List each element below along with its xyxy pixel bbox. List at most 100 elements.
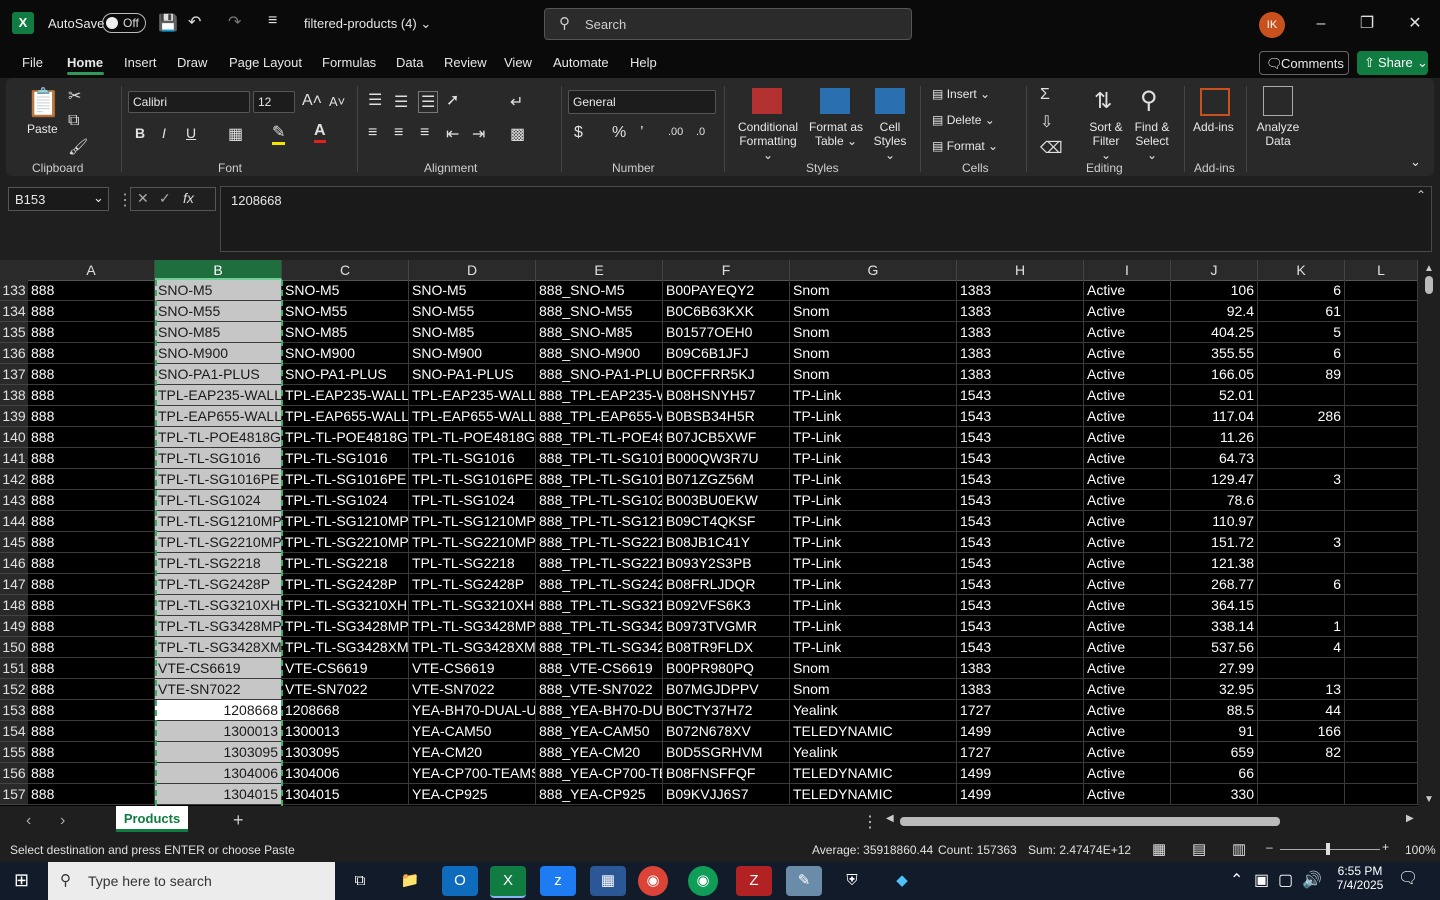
- cell-e[interactable]: 888_SNO-M85: [536, 322, 663, 343]
- cell-i[interactable]: Active: [1084, 532, 1171, 553]
- vertical-scrollbar[interactable]: [1420, 262, 1438, 806]
- row-header[interactable]: 145: [0, 532, 28, 553]
- chrome-profile-icon[interactable]: ◉: [688, 866, 718, 896]
- cell-c[interactable]: SNO-M55: [282, 301, 409, 322]
- cell-l[interactable]: [1345, 742, 1418, 763]
- cell-g[interactable]: Snom: [790, 322, 957, 343]
- row-header[interactable]: 142: [0, 469, 28, 490]
- minimize-icon[interactable]: –: [1298, 8, 1344, 40]
- add-ins-icon[interactable]: [1200, 88, 1230, 116]
- cell-h[interactable]: 1543: [957, 553, 1084, 574]
- status-count[interactable]: Count: 157363: [938, 843, 1017, 857]
- cell-h[interactable]: 1543: [957, 448, 1084, 469]
- paste-label[interactable]: Paste: [27, 122, 58, 136]
- enter-icon[interactable]: ✓: [159, 190, 171, 207]
- cell-e[interactable]: 888_VTE-SN7022: [536, 679, 663, 700]
- delete-cells-button[interactable]: ▤ Delete ⌄: [932, 113, 995, 127]
- cell-c[interactable]: 1304015: [282, 784, 409, 805]
- cell-i[interactable]: Active: [1084, 658, 1171, 679]
- tab-review[interactable]: Review: [444, 55, 487, 70]
- cell-b[interactable]: VTE-SN7022: [155, 679, 282, 700]
- cell-g[interactable]: TP-Link: [790, 553, 957, 574]
- cell-k[interactable]: 6: [1258, 280, 1345, 301]
- cell-a[interactable]: 888: [28, 406, 155, 427]
- calculator-icon[interactable]: ▦: [590, 866, 626, 896]
- cell-l[interactable]: [1345, 385, 1418, 406]
- cell-i[interactable]: Active: [1084, 364, 1171, 385]
- scroll-up-icon[interactable]: ▲: [1424, 263, 1434, 274]
- cell-g[interactable]: TP-Link: [790, 490, 957, 511]
- cell-l[interactable]: [1345, 448, 1418, 469]
- cell-k[interactable]: 82: [1258, 742, 1345, 763]
- cell-i[interactable]: Active: [1084, 385, 1171, 406]
- cell-a[interactable]: 888: [28, 301, 155, 322]
- vertical-scroll-thumb[interactable]: [1425, 276, 1433, 294]
- decrease-font-icon[interactable]: A˅: [329, 94, 345, 109]
- cell-c[interactable]: TPL-TL-SG2428P: [282, 574, 409, 595]
- cell-f[interactable]: B071ZGZ56M: [663, 469, 790, 490]
- column-header-b[interactable]: B: [155, 260, 282, 280]
- cell-d[interactable]: TPL-TL-SG1016: [409, 448, 536, 469]
- cell-a[interactable]: 888: [28, 322, 155, 343]
- cell-c[interactable]: SNO-M900: [282, 343, 409, 364]
- cell-b[interactable]: TPL-TL-SG1016PE: [155, 469, 282, 490]
- column-header-g[interactable]: G: [790, 260, 957, 280]
- cell-j[interactable]: 32.95: [1171, 679, 1258, 700]
- cell-j[interactable]: 404.25: [1171, 322, 1258, 343]
- row-header[interactable]: 153: [0, 700, 28, 721]
- add-sheet-icon[interactable]: +: [233, 810, 244, 831]
- tab-formulas[interactable]: Formulas: [322, 55, 376, 70]
- tab-home[interactable]: Home: [67, 55, 103, 70]
- row-header[interactable]: 146: [0, 553, 28, 574]
- cell-k[interactable]: [1258, 784, 1345, 805]
- cell-c[interactable]: SNO-M85: [282, 322, 409, 343]
- cell-b[interactable]: VTE-CS6619: [155, 658, 282, 679]
- column-header-c[interactable]: C: [282, 260, 409, 280]
- cell-h[interactable]: 1499: [957, 784, 1084, 805]
- cell-a[interactable]: 888: [28, 280, 155, 301]
- cell-d[interactable]: TPL-TL-SG2218: [409, 553, 536, 574]
- cell-e[interactable]: 888_VTE-CS6619: [536, 658, 663, 679]
- row-header[interactable]: 138: [0, 385, 28, 406]
- collapse-ribbon-icon[interactable]: ⌄: [1410, 154, 1421, 170]
- cell-e[interactable]: 888_SNO-M5: [536, 280, 663, 301]
- cell-c[interactable]: TPL-TL-SG1016: [282, 448, 409, 469]
- cell-a[interactable]: 888: [28, 679, 155, 700]
- format-cells-button[interactable]: ▤ Format ⌄: [932, 139, 998, 153]
- cell-c[interactable]: TPL-TL-SG1210MPE: [282, 511, 409, 532]
- cell-b[interactable]: 1300013: [155, 721, 282, 742]
- cell-b[interactable]: TPL-EAP655-WALL: [155, 406, 282, 427]
- cell-i[interactable]: Active: [1084, 721, 1171, 742]
- cell-h[interactable]: 1383: [957, 301, 1084, 322]
- cell-c[interactable]: 1300013: [282, 721, 409, 742]
- cell-h[interactable]: 1383: [957, 679, 1084, 700]
- cell-c[interactable]: TPL-TL-SG1024: [282, 490, 409, 511]
- cell-d[interactable]: TPL-EAP655-WALL: [409, 406, 536, 427]
- cell-c[interactable]: TPL-EAP235-WALL: [282, 385, 409, 406]
- close-icon[interactable]: ✕: [1392, 8, 1438, 40]
- cell-l[interactable]: [1345, 700, 1418, 721]
- cell-j[interactable]: 166.05: [1171, 364, 1258, 385]
- cell-j[interactable]: 52.01: [1171, 385, 1258, 406]
- align-bottom-icon[interactable]: ☰: [418, 91, 439, 113]
- cell-k[interactable]: [1258, 490, 1345, 511]
- taskbar-search[interactable]: ⚲ Type here to search: [48, 862, 335, 900]
- tab-automate[interactable]: Automate: [553, 55, 609, 70]
- cell-i[interactable]: Active: [1084, 301, 1171, 322]
- tab-view[interactable]: View: [504, 55, 532, 70]
- cell-b[interactable]: SNO-M900: [155, 343, 282, 364]
- cell-k[interactable]: 89: [1258, 364, 1345, 385]
- excel-taskbar-icon[interactable]: X: [490, 866, 526, 898]
- zoom-level[interactable]: 100%: [1405, 843, 1436, 857]
- cell-a[interactable]: 888: [28, 658, 155, 679]
- cell-h[interactable]: 1543: [957, 469, 1084, 490]
- cell-j[interactable]: 110.97: [1171, 511, 1258, 532]
- column-header-k[interactable]: K: [1258, 260, 1345, 280]
- cell-b[interactable]: SNO-M55: [155, 301, 282, 322]
- cell-l[interactable]: [1345, 280, 1418, 301]
- cell-a[interactable]: 888: [28, 511, 155, 532]
- align-center-icon[interactable]: ≡: [394, 124, 403, 142]
- cell-b[interactable]: TPL-TL-SG1016: [155, 448, 282, 469]
- cell-k[interactable]: [1258, 448, 1345, 469]
- file-explorer-icon[interactable]: 📁: [392, 866, 428, 896]
